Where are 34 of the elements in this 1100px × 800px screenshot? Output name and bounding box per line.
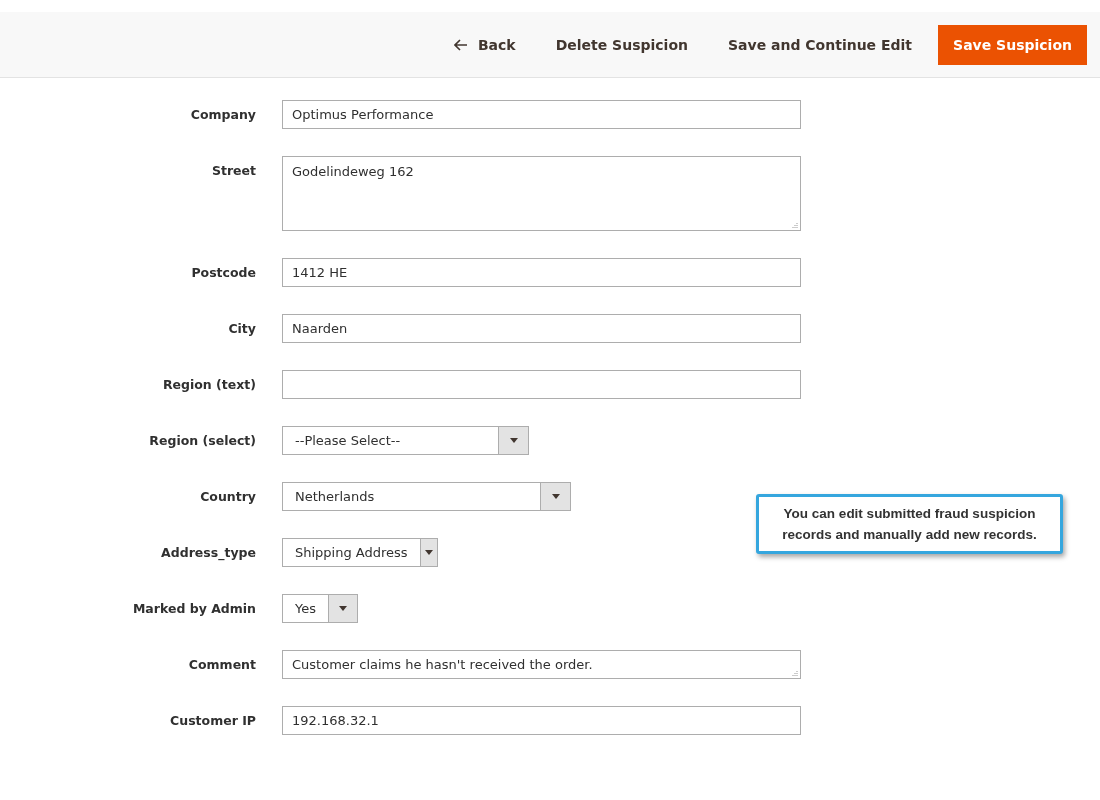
select-dropdown[interactable]: Shipping Address [282,538,438,567]
field-label: Postcode [190,264,256,280]
input-field[interactable] [282,370,801,399]
dropdown-caret-icon [424,550,433,555]
callout-text: You can edit submitted fraud suspicion records and manually add new records. [782,506,1037,542]
field-label: Customer IP [169,712,256,728]
input-field[interactable]: Optimus Performance [282,100,801,129]
dropdown-caret-icon [509,438,518,443]
field-label: Region (select) [148,432,256,448]
field-label: Country [199,488,256,504]
select-dropdown[interactable]: Yes [282,594,358,623]
field-label: Comment [187,656,256,672]
resize-grip-icon[interactable] [792,222,798,228]
input-field[interactable]: 192.168.32.1 [282,706,801,735]
back-button[interactable]: Back [433,24,536,65]
input-field[interactable]: 1412 HE [282,258,801,287]
input-field[interactable]: Naarden [282,314,801,343]
textarea-field[interactable]: Godelindeweg 162 [282,156,801,231]
select-dropdown[interactable]: --Please Select-- [282,426,529,455]
dropdown-caret-icon [339,606,347,611]
resize-grip-icon[interactable] [792,670,798,676]
field-label: Address_type [160,544,256,560]
dropdown-caret-icon [551,494,560,499]
field-label: Region (text) [161,376,256,392]
field-label: Marked by Admin [131,600,256,616]
textarea-field[interactable]: Customer claims he hasn't received the order. [282,650,801,679]
toolbar-button[interactable]: Delete Suspicion [535,24,708,65]
toolbar-button[interactable]: Save and Continue Edit [708,24,933,65]
field-label: City [227,320,256,336]
field-label: Company [189,106,256,122]
save-button[interactable]: Save Suspicion [938,24,1087,65]
select-dropdown[interactable]: Netherlands [282,482,571,511]
arrow-left-icon [453,38,468,51]
field-label: Street [210,162,256,178]
